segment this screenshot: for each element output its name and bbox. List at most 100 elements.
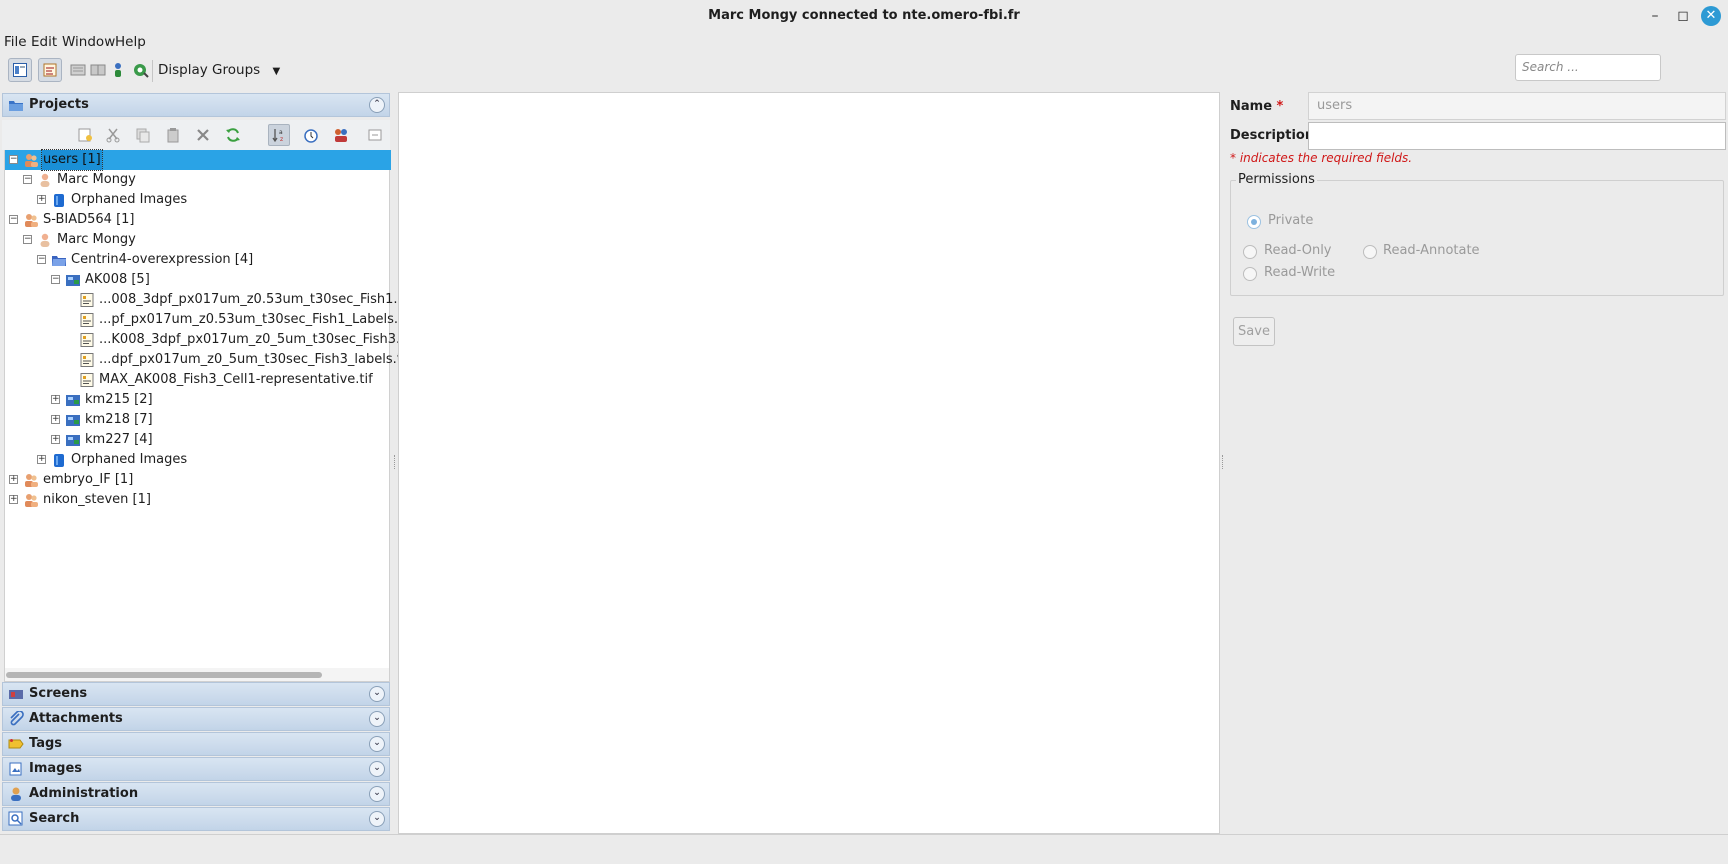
search-panel-header[interactable]: Search ⌄ <box>2 807 390 831</box>
expand-down-icon[interactable]: ⌄ <box>369 686 385 702</box>
expand-toggle-icon[interactable]: + <box>51 395 60 404</box>
tree-row-label: AK008 [5] <box>85 272 150 287</box>
private-radio[interactable] <box>1247 215 1261 229</box>
read-write-radio[interactable] <box>1243 267 1257 281</box>
expand-toggle-icon[interactable]: + <box>51 435 60 444</box>
read-annotate-radio[interactable] <box>1363 245 1377 259</box>
read-only-label: Read-Only <box>1264 243 1332 258</box>
name-field[interactable]: users <box>1308 92 1726 120</box>
expand-down-icon[interactable]: ⌄ <box>369 711 385 727</box>
expand-down-icon[interactable]: ⌄ <box>369 736 385 752</box>
maximize-icon[interactable]: ◻ <box>1673 6 1693 26</box>
menu-edit[interactable]: Edit <box>31 32 57 52</box>
svg-text:a: a <box>279 129 283 136</box>
tags-panel-header[interactable]: Tags ⌄ <box>2 732 390 756</box>
menu-bar: File Edit Window Help <box>0 32 1728 52</box>
tag-icon <box>8 736 24 752</box>
tree-row-label: ...K008_3dpf_px017um_z0_5um_t30sec_Fish3… <box>99 332 418 347</box>
tree-row-label: ...008_3dpf_px017um_z0.53um_t30sec_Fish1… <box>99 292 416 307</box>
tree-row-label: Centrin4-overexpression [4] <box>71 252 254 267</box>
image-file-icon <box>79 352 95 368</box>
menu-help[interactable]: Help <box>115 32 146 52</box>
collapse-all-icon[interactable] <box>364 124 386 146</box>
expand-down-icon[interactable]: ⌄ <box>369 811 385 827</box>
browser-view-icon[interactable] <box>8 58 32 82</box>
collapse-toggle-icon[interactable]: − <box>23 175 32 184</box>
project-folder-icon <box>51 252 67 268</box>
collapse-toggle-icon[interactable]: − <box>9 155 18 164</box>
admin-user-icon <box>8 786 24 802</box>
expand-toggle-icon[interactable]: + <box>37 195 46 204</box>
close-icon[interactable]: ✕ <box>1701 6 1721 26</box>
required-mark: * <box>1276 99 1284 114</box>
required-fields-note: * indicates the required fields. <box>1230 151 1413 165</box>
tree-row-label: embryo_IF [1] <box>43 472 134 487</box>
user-icon <box>37 232 53 248</box>
menu-window[interactable]: Window <box>62 32 115 52</box>
scrollbar-thumb[interactable] <box>6 672 322 678</box>
expand-toggle-icon[interactable]: + <box>9 475 18 484</box>
save-button[interactable]: Save <box>1233 317 1275 346</box>
image-file-icon <box>79 372 95 388</box>
screens-panel-header[interactable]: Screens ⌄ <box>2 682 390 706</box>
scripts-icon[interactable] <box>129 58 153 82</box>
user-manager-icon[interactable] <box>106 58 130 82</box>
chevron-down-icon: ▼ <box>272 66 281 77</box>
expand-down-icon[interactable]: ⌄ <box>369 761 385 777</box>
read-annotate-label: Read-Annotate <box>1383 243 1480 258</box>
images-panel-header[interactable]: Images ⌄ <box>2 757 390 781</box>
filter-users-icon[interactable] <box>330 124 352 146</box>
tree-row-label: Marc Mongy <box>57 232 136 247</box>
projects-tree: − users [1] − Marc Mongy + Orphaned Images − S-… <box>4 149 418 668</box>
private-label: Private <box>1268 213 1314 228</box>
collapse-toggle-icon[interactable]: − <box>23 235 32 244</box>
display-groups-label: Display Groups <box>158 62 261 78</box>
projects-panel-header[interactable]: Projects ⌃ <box>2 93 390 117</box>
expand-toggle-icon[interactable]: + <box>51 415 60 424</box>
menu-file[interactable]: File <box>4 32 27 52</box>
metadata-view-icon[interactable] <box>38 58 62 82</box>
collapse-toggle-icon[interactable]: − <box>9 215 18 224</box>
projects-toolbar: az <box>2 120 390 150</box>
image-file-icon <box>79 292 95 308</box>
dataset-icon <box>65 392 81 408</box>
expand-toggle-icon[interactable]: + <box>37 455 46 464</box>
minimize-icon[interactable]: – <box>1645 6 1665 26</box>
collapse-toggle-icon[interactable]: − <box>51 275 60 284</box>
svg-text:z: z <box>280 136 283 143</box>
search-input[interactable]: Search ... <box>1515 54 1661 81</box>
new-object-icon[interactable] <box>74 124 96 146</box>
paperclip-icon <box>8 710 24 727</box>
tags-panel-title: Tags <box>29 736 63 751</box>
description-field[interactable] <box>1308 122 1726 150</box>
collapse-up-icon[interactable]: ⌃ <box>369 97 385 113</box>
attachments-panel-header[interactable]: Attachments ⌄ <box>2 707 390 731</box>
description-label: Description <box>1230 128 1315 143</box>
refresh-icon[interactable] <box>222 124 244 146</box>
screens-icon <box>8 686 24 702</box>
display-groups-button[interactable]: Display Groups ▼ <box>158 58 280 82</box>
search-icon <box>8 811 24 827</box>
window-title: Marc Mongy connected to nte.omero-fbi.fr <box>708 8 1020 23</box>
tree-row-label: Orphaned Images <box>71 452 188 467</box>
administration-panel-header[interactable]: Administration ⌄ <box>2 782 390 806</box>
group-icon <box>23 152 39 168</box>
expand-toggle-icon[interactable]: + <box>9 495 18 504</box>
sort-date-icon[interactable] <box>300 124 322 146</box>
cut-icon[interactable] <box>102 124 124 146</box>
copy-icon[interactable] <box>132 124 154 146</box>
splitter-grip <box>1222 455 1224 469</box>
dataset-icon <box>65 412 81 428</box>
sort-alphabetical-icon[interactable]: az <box>268 124 290 146</box>
expand-down-icon[interactable]: ⌄ <box>369 786 385 802</box>
paste-icon[interactable] <box>162 124 184 146</box>
projects-folder-icon <box>8 97 24 113</box>
user-icon <box>37 172 53 188</box>
read-only-radio[interactable] <box>1243 245 1257 259</box>
permissions-title: Permissions <box>1236 172 1317 187</box>
search-panel-title: Search <box>29 811 80 826</box>
delete-icon[interactable] <box>192 124 214 146</box>
read-write-label: Read-Write <box>1264 265 1336 280</box>
tree-row[interactable]: − users [1] <box>5 149 391 171</box>
collapse-toggle-icon[interactable]: − <box>37 255 46 264</box>
